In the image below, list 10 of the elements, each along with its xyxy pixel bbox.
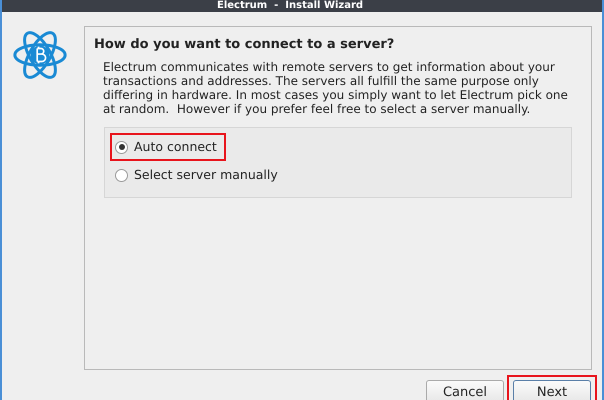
dialog-button[interactable]: Next (513, 380, 591, 400)
option-label[interactable]: Select server manually (134, 166, 278, 184)
dialog-button[interactable]: Cancel (426, 380, 504, 400)
heading: How do you want to connect to a server? (94, 37, 396, 53)
atom-logo-icon (12, 28, 68, 82)
description: Electrum communicates with remote servers to get information about your transactions and addresses. The servers all fulfill the same purpose only differing in hardware. In most cases you simply want to let Electrum pick one at random. However if you prefer feel free to select a server manually. (103, 60, 569, 116)
window-title: Electrum - Install Wizard (217, 0, 364, 12)
radio-button[interactable] (115, 140, 128, 154)
option-label[interactable]: Auto connect (134, 138, 217, 156)
radio-button[interactable] (115, 168, 128, 182)
